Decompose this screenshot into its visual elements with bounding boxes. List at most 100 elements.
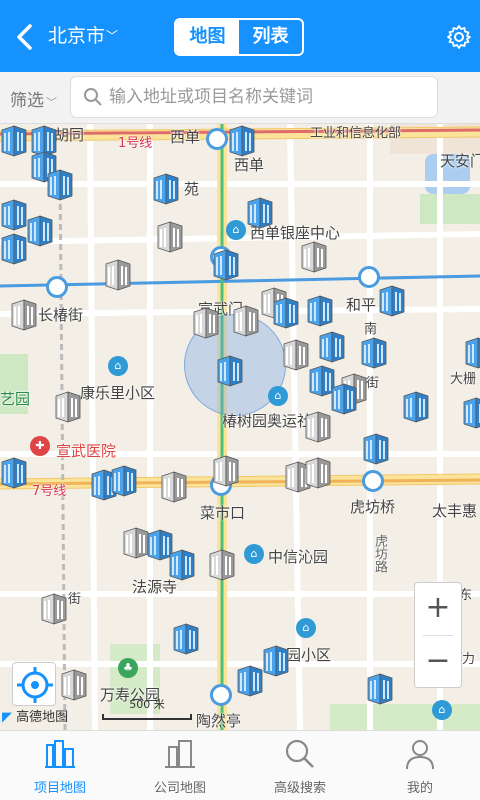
back-arrow-icon[interactable] (10, 20, 40, 54)
map-label: 太丰惠 (432, 502, 478, 520)
map-label: 园小区 (286, 646, 332, 664)
building-marker-icon[interactable] (282, 338, 310, 372)
map-label: 西单 (170, 128, 201, 146)
nav-advanced-search[interactable]: 高级搜索 (240, 731, 360, 800)
building-marker-icon[interactable] (272, 296, 300, 330)
tab-list[interactable]: 列表 (239, 20, 302, 54)
hospital-icon[interactable]: ✚ (30, 436, 50, 456)
city-label: 北京市 (48, 25, 106, 47)
building-marker-icon[interactable] (208, 548, 236, 582)
metro-line-label: 1号线 (118, 136, 153, 151)
park-icon[interactable]: ♣ (118, 658, 138, 678)
metro-line-label: 7号线 (32, 484, 67, 499)
building-marker-icon[interactable] (0, 198, 28, 232)
chevron-down-icon: ﹀ (106, 29, 119, 43)
map-label: 虎坊路 (372, 534, 387, 573)
search-input[interactable] (109, 83, 429, 111)
building-marker-icon[interactable] (246, 196, 274, 230)
building-marker-icon[interactable] (160, 470, 188, 504)
building-marker-icon[interactable] (192, 306, 220, 340)
poi-icon[interactable]: ⌂ (244, 544, 264, 564)
search-bar: 筛选 ﹀ (0, 72, 480, 124)
map-label: 陶然亭 (196, 712, 242, 730)
search-icon (84, 88, 102, 106)
metro-station-icon[interactable] (210, 684, 232, 706)
scale-line (102, 714, 192, 720)
map-view[interactable]: ⌂ ⌂ ✚ ⌂ ⌂ ⌂ ♣ ⌂ 西单 西单 工业和信息化部 天安门 胡同 1号线… (0, 124, 480, 730)
poi-icon[interactable]: ⌂ (432, 700, 452, 720)
metro-station-icon[interactable] (362, 470, 384, 492)
map-label: 大栅 (450, 372, 477, 387)
building-marker-icon[interactable] (168, 548, 196, 582)
building-marker-icon[interactable] (330, 382, 358, 416)
map-label: 虎坊桥 (350, 498, 396, 516)
metro-station-icon[interactable] (46, 276, 68, 298)
person-icon (406, 740, 434, 770)
zoom-out-button[interactable]: − (415, 636, 461, 688)
building-marker-icon[interactable] (10, 298, 38, 332)
building-marker-icon[interactable] (306, 294, 334, 328)
building-marker-icon[interactable] (26, 214, 54, 248)
building-marker-icon[interactable] (0, 124, 28, 158)
filter-label: 筛选 (10, 91, 44, 111)
building-marker-icon[interactable] (0, 232, 28, 266)
poi-icon[interactable]: ⌂ (108, 356, 128, 376)
building-marker-icon[interactable] (318, 330, 346, 364)
metro-station-icon[interactable] (358, 266, 380, 288)
building-marker-icon[interactable] (212, 454, 240, 488)
building-marker-icon[interactable] (300, 240, 328, 274)
view-toggle: 地图 列表 (174, 18, 304, 56)
building-marker-icon[interactable] (172, 622, 200, 656)
nav-company-map[interactable]: 公司地图 (120, 731, 240, 800)
building-marker-icon[interactable] (366, 672, 394, 706)
building-marker-icon[interactable] (464, 336, 480, 370)
building-marker-icon[interactable] (402, 390, 430, 424)
locate-button[interactable] (12, 662, 56, 706)
search-box[interactable] (70, 76, 438, 118)
map-label: 艺园 (0, 390, 31, 408)
building-marker-icon[interactable] (156, 220, 184, 254)
poi-icon[interactable]: ⌂ (268, 386, 288, 406)
building-marker-icon[interactable] (236, 664, 264, 698)
app-header: 北京市﹀ 地图 列表 (0, 0, 480, 72)
map-label: 宣武医院 (56, 442, 117, 460)
building-marker-icon[interactable] (40, 592, 68, 626)
building-marker-icon[interactable] (362, 432, 390, 466)
nav-project-map[interactable]: 项目地图 (0, 731, 120, 800)
building-marker-icon[interactable] (304, 410, 332, 444)
buildings-icon (45, 740, 75, 768)
building-marker-icon[interactable] (304, 456, 332, 490)
building-marker-icon[interactable] (212, 248, 240, 282)
poi-icon[interactable]: ⌂ (226, 220, 246, 240)
building-marker-icon[interactable] (0, 456, 28, 490)
map-label: 长椿街 (38, 306, 84, 324)
building-marker-icon[interactable] (104, 258, 132, 292)
company-icon (165, 740, 195, 768)
tab-map[interactable]: 地图 (176, 20, 239, 54)
building-marker-icon[interactable] (378, 284, 406, 318)
building-marker-icon[interactable] (152, 172, 180, 206)
map-label: 和平 (346, 296, 377, 314)
map-label: 胡同 (54, 126, 85, 144)
city-selector[interactable]: 北京市﹀ (48, 24, 118, 48)
building-marker-icon[interactable] (232, 304, 260, 338)
building-marker-icon[interactable] (110, 464, 138, 498)
building-marker-icon[interactable] (60, 668, 88, 702)
poi-icon[interactable]: ⌂ (296, 618, 316, 638)
metro-station-icon[interactable] (206, 128, 228, 150)
building-marker-icon[interactable] (228, 124, 256, 158)
crosshair-icon (17, 667, 53, 703)
nav-mine[interactable]: 我的 (360, 731, 480, 800)
building-marker-icon[interactable] (216, 354, 244, 388)
map-label: 工业和信息化部 (310, 126, 402, 141)
nav-label: 公司地图 (153, 781, 206, 796)
zoom-in-button[interactable]: + (415, 583, 461, 635)
building-marker-icon[interactable] (462, 396, 480, 430)
building-marker-icon[interactable] (54, 390, 82, 424)
building-marker-icon[interactable] (46, 168, 74, 202)
building-marker-icon[interactable] (262, 644, 290, 678)
gear-icon[interactable] (446, 24, 472, 50)
building-marker-icon[interactable] (360, 336, 388, 370)
scale-label: 500 米 (129, 698, 165, 711)
filter-button[interactable]: 筛选 ﹀ (10, 86, 57, 111)
